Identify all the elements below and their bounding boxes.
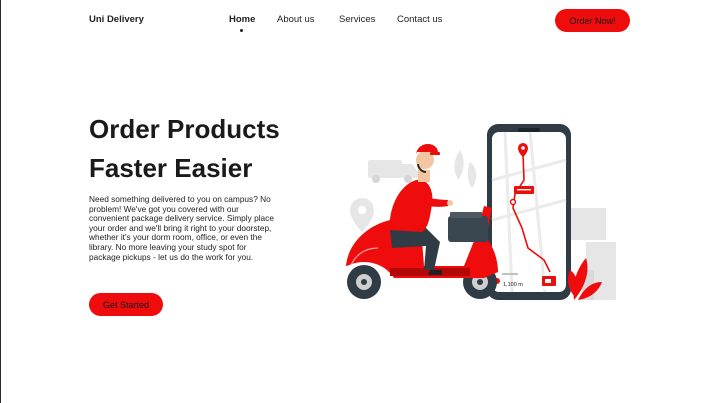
hero-title-line-2: Faster Easier [89,153,253,183]
hero-description: Need something delivered to you on campu… [89,194,274,262]
order-now-button[interactable]: Order Now! [555,9,630,32]
active-nav-indicator [240,29,243,32]
nav-link-about[interactable]: About us [277,14,315,25]
hero-title-line-1: Order Products [89,114,280,144]
brand-logo-text[interactable]: Uni Delivery [89,14,144,25]
hero-title: Order Products Faster Easier [89,110,280,188]
distance-label: 1,100 m [503,282,523,288]
nav-link-home[interactable]: Home [229,14,255,25]
nav-link-services[interactable]: Services [339,14,375,25]
get-started-button[interactable]: Get Started [89,293,163,316]
delivery-scooter-illustration: 1,100 m [346,124,616,300]
phone-map-screen: 1,100 m [487,124,571,300]
page-left-border [0,0,1,403]
nav-link-contact[interactable]: Contact us [397,14,442,25]
